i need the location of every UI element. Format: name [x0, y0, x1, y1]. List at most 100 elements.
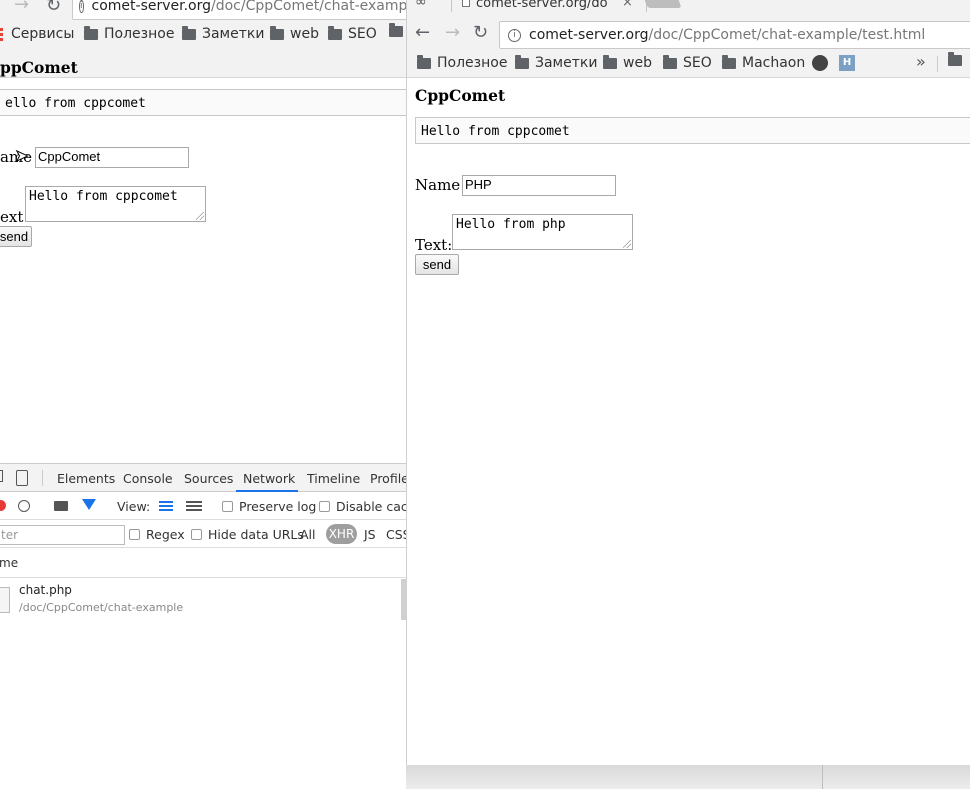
bookmark-useful[interactable]: Полезное	[84, 25, 174, 42]
bookmarks-overflow-icon[interactable]: »	[916, 52, 926, 71]
left-text-value: Hello from cppcomet	[29, 189, 178, 204]
tab-console[interactable]: Console	[123, 471, 173, 486]
devtools-tab-bar: Elements Console Sources Network Timelin…	[0, 464, 409, 492]
view-label: View:	[117, 499, 151, 514]
incognito-icon: ∞	[415, 0, 427, 10]
filter-row: ter Regex Hide data URLs All XHR JS CSS	[0, 521, 411, 548]
forward-icon[interactable]: →	[445, 22, 460, 43]
apps-icon	[0, 27, 3, 41]
network-toolbar: View: Preserve log Disable cach	[0, 493, 416, 520]
active-tab[interactable]: comet-server.org/do ×	[451, 0, 647, 12]
folder-icon	[515, 54, 529, 69]
checkbox-icon[interactable]	[129, 529, 140, 540]
bookmark-notes[interactable]: Заметки	[182, 25, 264, 42]
hosting-icon[interactable]: H	[839, 55, 855, 71]
bookmark-folder-partial[interactable]	[948, 52, 968, 66]
right-browser-window: ∞ comet-server.org/do × ← → ↻ i comet-se…	[406, 0, 970, 765]
left-page-title: ppComet	[0, 58, 78, 77]
regex-option[interactable]: Regex	[129, 527, 185, 542]
right-url-bar[interactable]: i comet-server.org/doc/CppComet/chat-exa…	[499, 21, 970, 49]
bookmark-web[interactable]: web	[270, 25, 319, 42]
type-js[interactable]: JS	[364, 527, 376, 542]
clear-icon[interactable]	[18, 500, 30, 512]
tab-profiles[interactable]: Profile	[370, 471, 409, 486]
type-xhr-pill[interactable]: XHR	[326, 524, 357, 544]
right-name-input[interactable]: PHP	[462, 175, 616, 196]
filter-input[interactable]: ter	[0, 525, 125, 545]
devtools-panel: Elements Console Sources Network Timelin…	[0, 463, 416, 725]
tab-title: comet-server.org/do	[476, 0, 608, 11]
request-path: /doc/CppComet/chat-example	[19, 601, 184, 614]
waterfall-view-icon[interactable]	[186, 501, 202, 511]
checkbox-icon[interactable]	[222, 501, 233, 512]
right-text-label: Text:	[415, 236, 453, 254]
hide-data-urls-option[interactable]: Hide data URLs	[191, 527, 304, 542]
record-icon[interactable]	[0, 500, 6, 511]
folder-icon	[270, 25, 284, 40]
desktop-background	[0, 725, 406, 789]
video-camera-icon[interactable]	[54, 501, 68, 511]
message-text: Hello from cppcomet	[421, 124, 570, 139]
bookmark-seo[interactable]: SEO	[663, 54, 712, 71]
info-icon: i	[508, 28, 521, 42]
disable-cache-option[interactable]: Disable cach	[319, 499, 416, 514]
right-message-box: Hello from cppcomet	[415, 117, 970, 144]
tab-sources[interactable]: Sources	[184, 471, 233, 486]
folder-icon	[663, 54, 677, 69]
folder-icon	[84, 25, 98, 40]
left-text-area[interactable]: Hello from cppcomet	[25, 186, 206, 222]
active-tab-underline	[236, 490, 298, 492]
window-shadow-strip	[406, 765, 970, 789]
resize-grip-icon	[623, 240, 631, 248]
right-toolbar: ∞ comet-server.org/do × ← → ↻ i comet-se…	[407, 0, 970, 78]
url-host: comet-server.org	[91, 0, 212, 14]
folder-icon	[417, 54, 431, 69]
column-name[interactable]: me	[0, 556, 18, 570]
info-icon: i	[79, 0, 84, 13]
bookmark-notes[interactable]: Заметки	[515, 54, 597, 71]
left-url-bar[interactable]: i comet-server.org/doc/CppComet/chat-exa…	[72, 0, 412, 20]
checkbox-icon[interactable]	[319, 501, 330, 512]
left-send-button[interactable]: send	[0, 226, 32, 247]
bookmark-web[interactable]: web	[603, 54, 652, 71]
list-view-icon[interactable]	[159, 501, 173, 511]
bookmark-seo[interactable]: SEO	[328, 25, 377, 42]
page-icon	[462, 0, 470, 7]
extension-icon[interactable]	[812, 55, 828, 71]
preserve-log-option[interactable]: Preserve log	[222, 499, 316, 514]
close-tab-icon[interactable]: ×	[622, 0, 633, 10]
table-row[interactable]: chat.php /doc/CppComet/chat-example	[0, 579, 401, 619]
new-tab-button[interactable]	[642, 0, 682, 8]
reload-icon[interactable]: ↻	[46, 0, 61, 16]
url-host: comet-server.org	[529, 27, 649, 43]
bookmark-machaon[interactable]: Machaon	[722, 54, 805, 71]
message-text: ello from cppcomet	[5, 96, 146, 111]
tab-timeline[interactable]: Timeline	[307, 471, 360, 486]
forward-icon[interactable]: →	[14, 0, 29, 15]
left-name-input[interactable]: CppComet	[35, 147, 189, 168]
folder-icon	[389, 23, 403, 37]
folder-icon	[948, 52, 962, 66]
type-all[interactable]: All	[300, 527, 316, 542]
reload-icon[interactable]: ↻	[473, 22, 488, 43]
bookmark-services[interactable]: Сервисы	[0, 26, 74, 42]
back-icon[interactable]: ←	[415, 22, 430, 43]
bookmark-useful[interactable]: Полезное	[417, 54, 507, 71]
filter-icon[interactable]	[82, 499, 96, 510]
url-path: /doc/CppComet/chat-example/	[211, 0, 412, 14]
right-page-title: CppComet	[415, 86, 506, 105]
right-text-area[interactable]: Hello from php	[452, 214, 633, 250]
devtools-separator	[42, 470, 43, 486]
checkbox-icon[interactable]	[191, 529, 202, 540]
device-mode-icon[interactable]	[16, 470, 28, 486]
bookmarks-separator	[937, 56, 938, 72]
tab-network[interactable]: Network	[243, 471, 295, 486]
tab-elements[interactable]: Elements	[57, 471, 115, 486]
right-send-button[interactable]: send	[415, 254, 459, 275]
inspect-icon[interactable]	[0, 470, 3, 482]
requests-header: me	[0, 550, 406, 578]
resize-grip-icon	[196, 212, 204, 220]
folder-icon	[328, 25, 342, 40]
folder-icon	[603, 54, 617, 69]
left-browser-window: → ↻ i comet-server.org/doc/CppComet/chat…	[0, 0, 416, 725]
